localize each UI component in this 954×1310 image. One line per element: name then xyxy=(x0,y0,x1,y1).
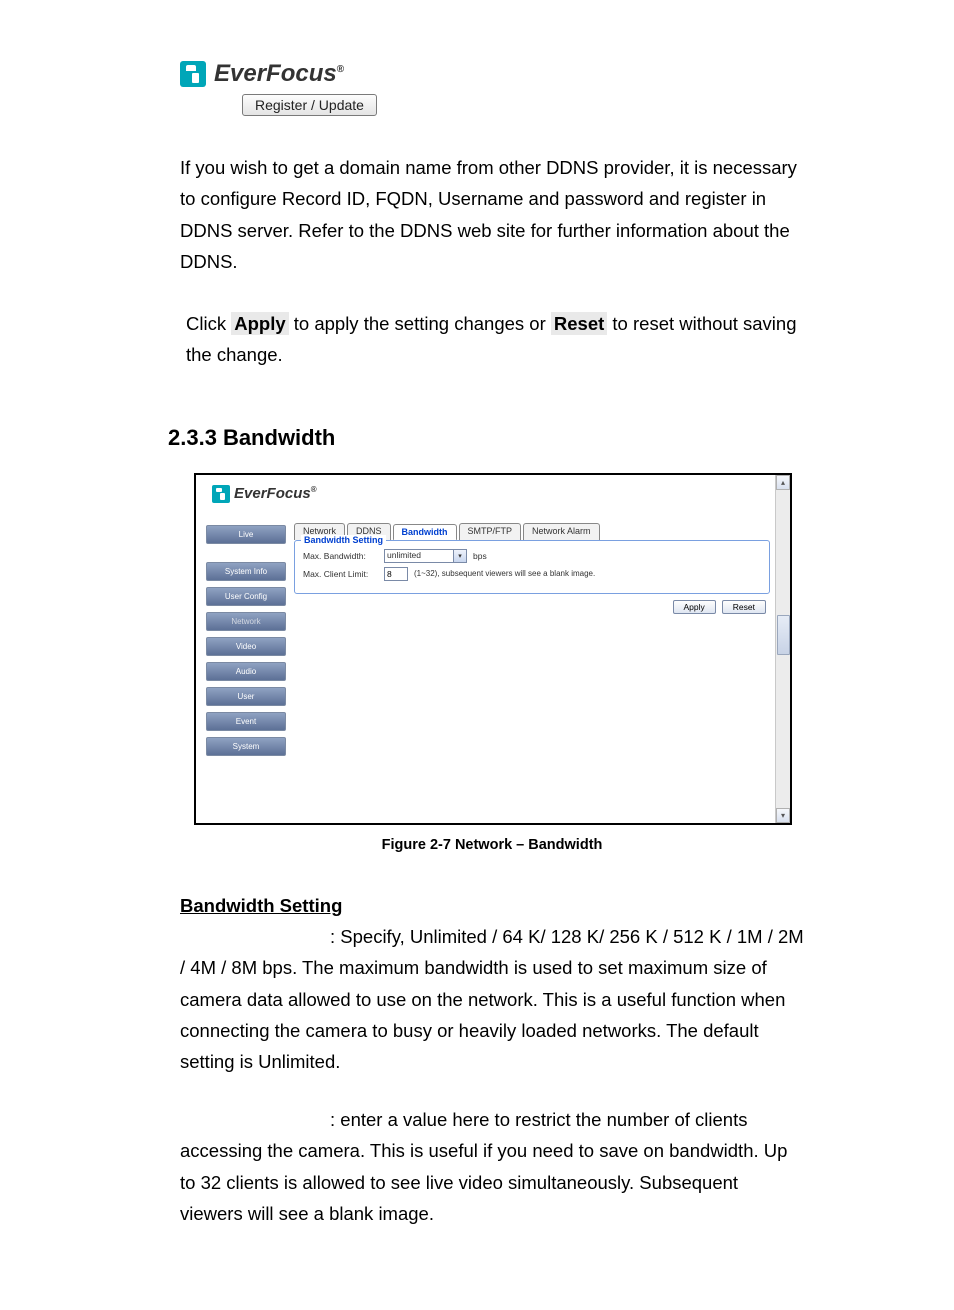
fieldset-legend: Bandwidth Setting xyxy=(301,535,386,545)
shot-logo-icon xyxy=(212,485,230,503)
sidebar-item-audio[interactable]: Audio xyxy=(206,662,286,681)
label-max-bandwidth: Max. Bandwidth: xyxy=(303,551,378,561)
scroll-thumb[interactable] xyxy=(777,615,790,655)
sidebar-item-user-config[interactable]: User Config xyxy=(206,587,286,606)
shot-sidebar: Live System Info User Config Network Vid… xyxy=(196,475,286,823)
apply-button[interactable]: Apply xyxy=(673,600,716,614)
tab-network-alarm[interactable]: Network Alarm xyxy=(523,523,600,540)
sidebar-item-event[interactable]: Event xyxy=(206,712,286,731)
apply-pre: Click xyxy=(186,313,231,334)
tab-bandwidth[interactable]: Bandwidth xyxy=(393,524,457,541)
section-heading: 2.3.3Bandwidth xyxy=(168,425,804,451)
logo-brand: EverFocus xyxy=(214,60,337,87)
figure-screenshot: EverFocus® Live System Info User Config … xyxy=(194,473,792,825)
logo-regmark: ® xyxy=(337,64,344,75)
sidebar-item-network[interactable]: Network xyxy=(206,612,286,631)
logo-icon xyxy=(180,61,206,87)
apply-reset-paragraph: Click Apply to apply the setting changes… xyxy=(180,308,804,371)
client-hint: (1~32), subsequent viewers will see a bl… xyxy=(414,569,595,578)
register-update-button[interactable]: Register / Update xyxy=(242,94,377,116)
scrollbar[interactable]: ▴ ▾ xyxy=(775,475,790,823)
sidebar-item-user[interactable]: User xyxy=(206,687,286,706)
sidebar-item-live[interactable]: Live xyxy=(206,525,286,544)
max-bandwidth-description: : Specify, Unlimited / 64 K/ 128 K/ 256 … xyxy=(180,921,804,1078)
sidebar-item-system[interactable]: System xyxy=(206,737,286,756)
row-max-bandwidth: Max. Bandwidth: unlimited ▾ bps xyxy=(303,549,761,563)
sidebar-item-video[interactable]: Video xyxy=(206,637,286,656)
reset-word: Reset xyxy=(551,312,607,335)
max-bandwidth-value: unlimited xyxy=(384,549,454,563)
label-max-client: Max. Client Limit: xyxy=(303,569,378,579)
max-client-input[interactable] xyxy=(384,567,408,581)
apply-word: Apply xyxy=(231,312,288,335)
sidebar-item-system-info[interactable]: System Info xyxy=(206,562,286,581)
scroll-down-icon[interactable]: ▾ xyxy=(776,808,790,823)
bandwidth-fieldset: Bandwidth Setting Max. Bandwidth: unlimi… xyxy=(294,540,770,594)
tab-smtp-ftp[interactable]: SMTP/FTP xyxy=(459,523,522,540)
section-title: Bandwidth xyxy=(223,425,335,450)
scroll-up-icon[interactable]: ▴ xyxy=(776,475,790,490)
row-max-client: Max. Client Limit: (1~32), subsequent vi… xyxy=(303,567,761,581)
bps-unit: bps xyxy=(473,551,487,561)
apply-mid: to apply the setting changes or xyxy=(289,313,551,334)
figure-caption: Figure 2-7 Network – Bandwidth xyxy=(180,837,804,853)
ddns-intro-paragraph: If you wish to get a domain name from ot… xyxy=(180,152,804,278)
brand-logo: EverFocus® xyxy=(180,60,804,88)
max-bandwidth-text: : Specify, Unlimited / 64 K/ 128 K/ 256 … xyxy=(180,926,804,1073)
reset-button[interactable]: Reset xyxy=(722,600,766,614)
bandwidth-setting-heading: Bandwidth Setting xyxy=(180,895,804,917)
max-client-text: : enter a value here to restrict the num… xyxy=(180,1109,787,1224)
section-number: 2.3.3 xyxy=(168,425,217,450)
shot-main-panel: Network DDNS Bandwidth SMTP/FTP Network … xyxy=(286,475,790,823)
max-client-description: : enter a value here to restrict the num… xyxy=(180,1104,804,1230)
max-bandwidth-select[interactable]: unlimited ▾ xyxy=(384,549,467,563)
logo-text: EverFocus® xyxy=(214,60,344,88)
chevron-down-icon[interactable]: ▾ xyxy=(454,549,467,563)
